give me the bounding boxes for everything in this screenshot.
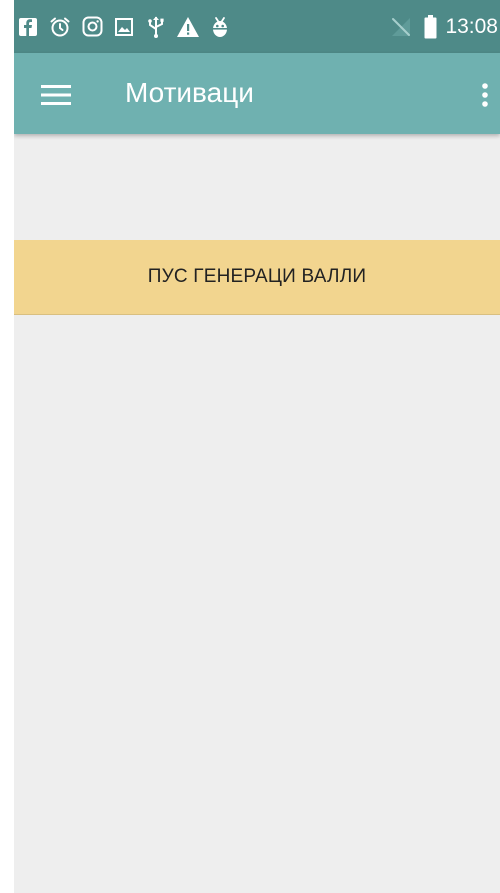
- generate-button[interactable]: ПУС ГЕНЕРАЦИ ВАЛЛИ: [14, 240, 500, 315]
- warning-icon: [174, 0, 202, 53]
- status-time: 13:08: [445, 14, 498, 38]
- status-system-icons: 13:08: [390, 0, 498, 53]
- no-signal-icon: [390, 16, 412, 38]
- app-toolbar: Мотиваци: [14, 53, 500, 134]
- gallery-icon: [110, 0, 138, 53]
- battery-icon: [424, 14, 437, 39]
- facebook-icon: [14, 0, 42, 53]
- hamburger-menu-icon[interactable]: [34, 73, 78, 117]
- app-screen: 13:08 Мотиваци ПУС ГЕНЕРАЦИ ВАЛЛИ: [14, 0, 500, 893]
- status-notification-icons: [14, 0, 234, 53]
- alarm-icon: [46, 0, 74, 53]
- instagram-icon: [78, 0, 106, 53]
- generate-button-label: ПУС ГЕНЕРАЦИ ВАЛЛИ: [147, 266, 367, 287]
- usb-icon: [142, 0, 170, 53]
- more-vertical-icon[interactable]: [470, 73, 500, 117]
- status-bar: 13:08: [14, 0, 500, 53]
- app-title: Мотиваци: [125, 77, 254, 108]
- android-debug-icon: [206, 0, 234, 53]
